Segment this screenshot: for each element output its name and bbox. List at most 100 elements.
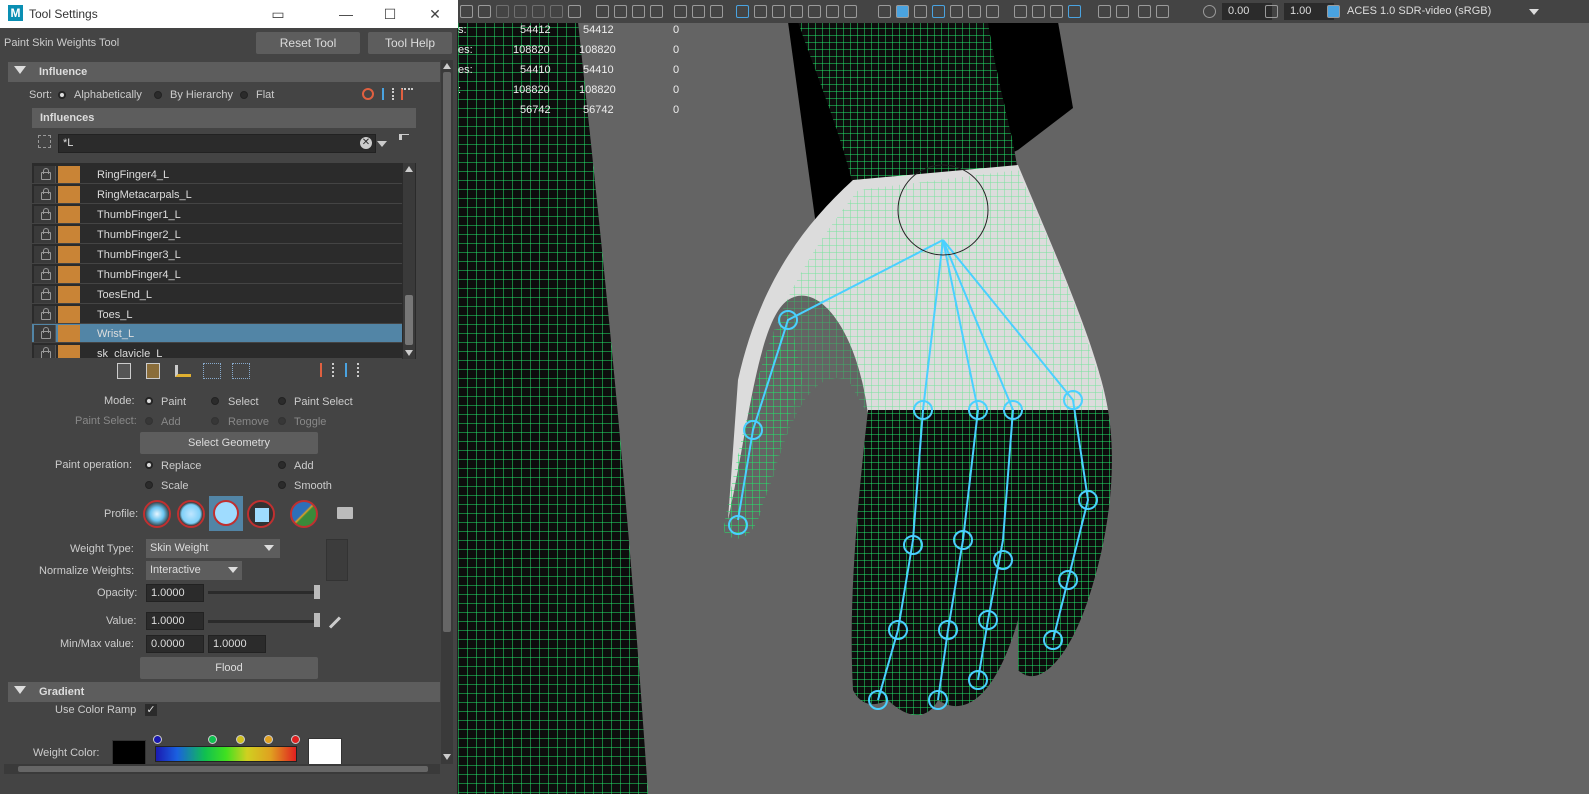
color-swatch[interactable] — [58, 186, 80, 203]
colorspace-dropdown[interactable]: ACES 1.0 SDR-video (sRGB) — [1343, 2, 1543, 21]
xray-active-icon[interactable] — [1116, 5, 1129, 18]
opacity-slider-handle[interactable] — [314, 585, 320, 599]
influence-row[interactable]: RingFinger4_L — [32, 165, 402, 184]
paste-weights-icon[interactable] — [146, 363, 160, 379]
select-camera-icon[interactable] — [460, 5, 473, 18]
color-ramp[interactable] — [155, 746, 297, 762]
refresh-icon[interactable] — [362, 88, 374, 100]
color-swatch[interactable] — [58, 166, 80, 183]
ambient-occlusion-icon[interactable] — [1014, 5, 1027, 18]
camera-track-icon[interactable] — [632, 5, 645, 18]
lock-icon[interactable] — [34, 226, 56, 243]
panel-horizontal-scrollbar[interactable] — [4, 764, 440, 774]
list-view-icon[interactable] — [382, 88, 394, 100]
copy-weights-icon[interactable] — [117, 363, 131, 379]
exposure-icon[interactable] — [1203, 5, 1216, 18]
weight-color-low-swatch[interactable] — [112, 740, 146, 766]
move-weights-icon[interactable] — [203, 363, 221, 379]
dock-icon[interactable]: ▭ — [268, 4, 288, 24]
opacity-field[interactable]: 1.0000 — [146, 584, 204, 602]
influence-row[interactable]: ThumbFinger1_L — [32, 205, 402, 224]
lock-icon[interactable] — [34, 206, 56, 223]
anti-aliasing-icon[interactable] — [1050, 5, 1063, 18]
profile-square-icon[interactable] — [247, 500, 275, 528]
scroll-thumb[interactable] — [443, 72, 451, 632]
color-swatch[interactable] — [58, 325, 80, 342]
bookmark-icon[interactable] — [496, 5, 509, 18]
scroll-thumb[interactable] — [18, 766, 428, 772]
gradient-section-header[interactable]: Gradient — [8, 682, 440, 702]
influence-section-header[interactable]: Influence — [8, 62, 440, 82]
close-button[interactable]: ✕ — [425, 4, 445, 24]
influence-row-selected[interactable]: Wrist_L — [32, 324, 402, 343]
mode-paint-select-radio[interactable] — [278, 397, 286, 405]
ramp-marker[interactable] — [153, 735, 162, 744]
default-material-icon[interactable] — [914, 5, 927, 18]
safe-action-icon[interactable] — [826, 5, 839, 18]
grid-icon[interactable] — [736, 5, 749, 18]
gamma-icon[interactable] — [1265, 5, 1278, 18]
weight-type-dropdown[interactable]: Skin Weight — [146, 539, 280, 558]
lock-icon[interactable] — [34, 246, 56, 263]
influence-row[interactable]: sk_clavicle_L — [32, 344, 402, 359]
influence-row[interactable]: ThumbFinger4_L — [32, 265, 402, 284]
clear-filter-icon[interactable]: ✕ — [360, 137, 372, 149]
op-replace-radio[interactable] — [145, 461, 153, 469]
color-swatch[interactable] — [58, 266, 80, 283]
lock-icon[interactable] — [34, 286, 56, 303]
camera-bookmark-icon[interactable] — [650, 5, 663, 18]
flood-button[interactable]: Flood — [140, 657, 318, 679]
safe-title-icon[interactable] — [844, 5, 857, 18]
camera-attributes-icon[interactable] — [478, 5, 491, 18]
lock-icon[interactable] — [34, 345, 56, 358]
influence-filter-input[interactable]: *L — [58, 134, 376, 153]
mode-select-radio[interactable] — [211, 397, 219, 405]
panel-vertical-scrollbar[interactable] — [441, 60, 453, 764]
show-influences-icon[interactable] — [232, 363, 250, 379]
film-gate-icon[interactable] — [754, 5, 767, 18]
color-swatch[interactable] — [58, 345, 80, 358]
xray-joints-active-icon[interactable] — [1138, 5, 1151, 18]
maximize-button[interactable]: ☐ — [380, 4, 400, 24]
value-field[interactable]: 1.0000 — [146, 612, 204, 630]
op-scale-radio[interactable] — [145, 481, 153, 489]
profile-image-icon[interactable] — [290, 500, 318, 528]
sort-list-icon[interactable] — [320, 363, 334, 377]
influence-row[interactable]: ThumbFinger2_L — [32, 225, 402, 244]
weight-hammer-icon[interactable] — [175, 365, 191, 377]
ramp-marker[interactable] — [236, 735, 245, 744]
normalize-weights-dropdown[interactable]: Interactive — [146, 561, 242, 580]
opacity-slider-track[interactable] — [208, 591, 320, 594]
tool-help-button[interactable]: Tool Help — [368, 32, 452, 54]
filter-dropdown-icon[interactable] — [377, 141, 387, 147]
scroll-up-icon[interactable] — [405, 166, 413, 172]
lock-icon[interactable] — [34, 306, 56, 323]
scroll-down-icon[interactable] — [443, 754, 451, 760]
resolution-gate-icon[interactable] — [772, 5, 785, 18]
min-value-field[interactable]: 0.0000 — [146, 635, 204, 653]
lock-icon[interactable] — [34, 166, 56, 183]
use-all-lights-icon[interactable] — [968, 5, 981, 18]
viewport[interactable]: s: 54412 54412 0 es: 108820 108820 0 es:… — [458, 0, 1589, 794]
smooth-shade-icon[interactable] — [896, 5, 909, 18]
influence-list-scrollbar[interactable] — [403, 163, 415, 359]
lock-icon[interactable] — [34, 186, 56, 203]
2d-pan-icon[interactable] — [532, 5, 545, 18]
select-geometry-button[interactable]: Select Geometry — [140, 432, 318, 454]
op-add-radio[interactable] — [278, 461, 286, 469]
sort-by-hierarchy-radio[interactable] — [154, 91, 162, 99]
influence-row[interactable]: ThumbFinger3_L — [32, 245, 402, 264]
color-swatch[interactable] — [58, 226, 80, 243]
influence-row[interactable]: ToesEnd_L — [32, 285, 402, 304]
weight-color-high-swatch[interactable] — [308, 738, 342, 766]
sort-alphabetically-radio[interactable] — [58, 91, 66, 99]
shadows-icon[interactable] — [986, 5, 999, 18]
xray-joints-icon[interactable] — [692, 5, 705, 18]
snapshot-icon[interactable] — [568, 5, 581, 18]
pin-icon[interactable] — [399, 134, 409, 140]
scroll-up-icon[interactable] — [443, 63, 451, 69]
wireframe-icon[interactable] — [878, 5, 891, 18]
playblast-icon[interactable] — [596, 5, 609, 18]
eyedropper-icon[interactable] — [328, 616, 341, 629]
use-color-ramp-checkbox[interactable]: ✓ — [145, 704, 157, 716]
